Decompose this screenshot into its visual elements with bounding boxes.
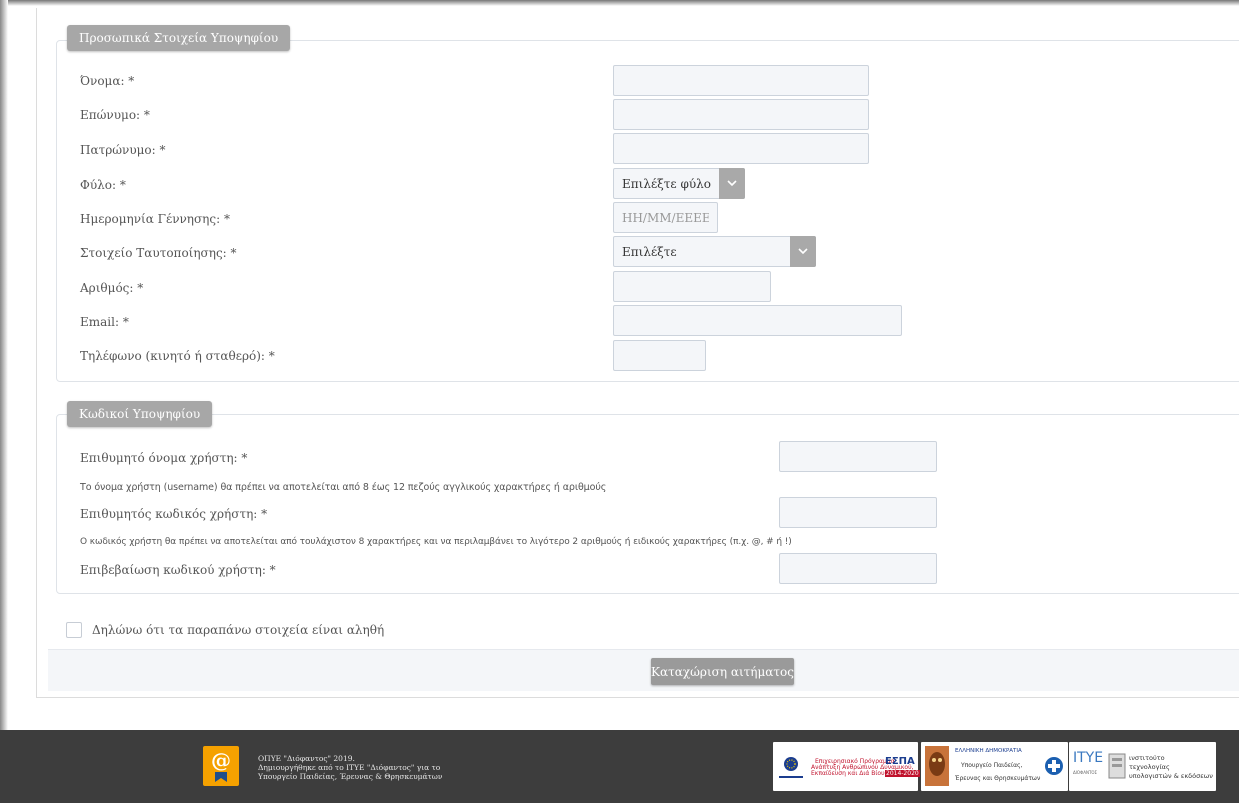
declaration-checkbox[interactable] <box>66 622 82 638</box>
eu-flag-icon <box>784 757 798 771</box>
password-help: Ο κωδικός χρήστη θα πρέπει να αποτελείτα… <box>80 537 792 547</box>
greek-emblem-icon <box>1045 757 1063 775</box>
phone-label: Τηλέφωνο (κινητό ή σταθερό): * <box>80 349 275 363</box>
window-shadow <box>0 0 1239 6</box>
last-name-label: Επώνυμο: * <box>80 108 150 122</box>
last-name-input[interactable] <box>613 99 869 130</box>
owl-icon <box>925 746 949 786</box>
father-name-input[interactable] <box>613 133 869 164</box>
itye-sponsor-logo: ΙΤΥΕ ΔΙΟΦΑΝΤΟΣ ινστιτούτο τεχνολογίας υπ… <box>1069 742 1216 791</box>
submit-bar: Καταχώριση αιτήματος <box>48 649 1239 691</box>
gov-text-3: Έρευνας και Θρησκευμάτων <box>955 775 1041 782</box>
username-help: Το όνομα χρήστη (username) θα πρέπει να … <box>80 482 607 493</box>
id-type-select[interactable]: Επιλέξτε <box>613 236 816 267</box>
submit-button[interactable]: Καταχώριση αιτήματος <box>651 658 794 685</box>
email-label: Email: * <box>80 315 129 329</box>
confirm-password-label: Επιβεβαίωση κωδικού χρήστη: * <box>80 563 276 577</box>
footer-credit: Δημιουργήθηκε από το ΙΤΥΕ "Διόφαντος" γι… <box>258 763 441 772</box>
footer-text: ΟΠΥΕ "Διόφαντος" 2019. Δημιουργήθηκε από… <box>258 754 442 781</box>
espa-sponsor-logo: Επιχειρησιακό Πρόγραμμα Ανάπτυξη Ανθρώπι… <box>773 742 920 791</box>
declaration-label: Δηλώνω ότι τα παραπάνω στοιχεία είναι αλ… <box>92 623 385 637</box>
password-input[interactable] <box>779 497 937 528</box>
phone-input[interactable] <box>613 340 706 371</box>
first-name-label: Όνομα: * <box>80 74 135 88</box>
personal-details-legend: Προσωπικά Στοιχεία Υποψηφίου <box>67 25 291 51</box>
gender-select[interactable]: Επιλέξτε φύλο <box>613 168 745 199</box>
email-input[interactable] <box>613 305 902 336</box>
footer-logo: @ <box>203 746 239 786</box>
itye-logo-subtext: ΔΙΟΦΑΝΤΟΣ <box>1073 770 1098 775</box>
footer-ministry: Υπουργείο Παιδείας, Έρευνας & Θρησκευμάτ… <box>258 772 443 781</box>
ministry-sponsor-logo: ΕΛΛΗΝΙΚΗ ΔΗΜΟΚΡΑΤΙΑ Υπουργείο Παιδείας, … <box>921 742 1068 791</box>
window-shadow-left <box>0 0 8 730</box>
itye-text-2: τεχνολογίας <box>1129 763 1170 771</box>
gov-text-1: ΕΛΛΗΝΙΚΗ ΔΗΜΟΚΡΑΤΙΑ <box>955 748 1022 754</box>
id-type-select-value: Επιλέξτε <box>622 245 677 259</box>
espa-logo-text: ΕΣΠΑ <box>885 756 915 767</box>
footer: @ ΟΠΥΕ "Διόφαντος" 2019. Δημιουργήθηκε α… <box>0 730 1239 803</box>
username-label: Επιθυμητό όνομα χρήστη: * <box>80 451 248 465</box>
credentials-legend: Κωδικοί Υποψηφίου <box>67 401 213 427</box>
gender-select-value: Επιλέξτε φύλο <box>622 177 711 191</box>
dob-input[interactable] <box>613 202 718 233</box>
award-ribbon-icon <box>215 772 227 782</box>
id-number-label: Αριθμός: * <box>80 281 144 295</box>
id-number-input[interactable] <box>613 271 771 302</box>
chevron-down-icon[interactable] <box>790 236 816 267</box>
dob-label: Ημερομηνία Γέννησης: * <box>80 212 230 226</box>
gender-label: Φύλο: * <box>80 178 126 192</box>
id-type-label: Στοιχείο Ταυτοποίησης: * <box>80 246 237 260</box>
password-label: Επιθυμητός κωδικός χρήστη: * <box>80 507 268 521</box>
at-sign-icon: @ <box>211 748 231 772</box>
father-name-label: Πατρώνυμο: * <box>80 143 166 157</box>
gov-text-2: Υπουργείο Παιδείας, <box>961 762 1023 769</box>
username-input[interactable] <box>779 441 937 472</box>
first-name-input[interactable] <box>613 65 869 96</box>
itye-logo-text: ΙΤΥΕ <box>1073 750 1104 766</box>
footer-copyright: ΟΠΥΕ "Διόφαντος" 2019. <box>258 754 355 763</box>
espa-years: 2014-2020 <box>885 770 920 777</box>
itye-text-3: υπολογιστών & εκδόσεων <box>1129 772 1213 780</box>
book-stack-icon <box>1108 753 1126 779</box>
itye-text-1: ινστιτούτο <box>1129 754 1165 762</box>
chevron-down-icon[interactable] <box>719 168 745 199</box>
confirm-password-input[interactable] <box>779 553 937 584</box>
